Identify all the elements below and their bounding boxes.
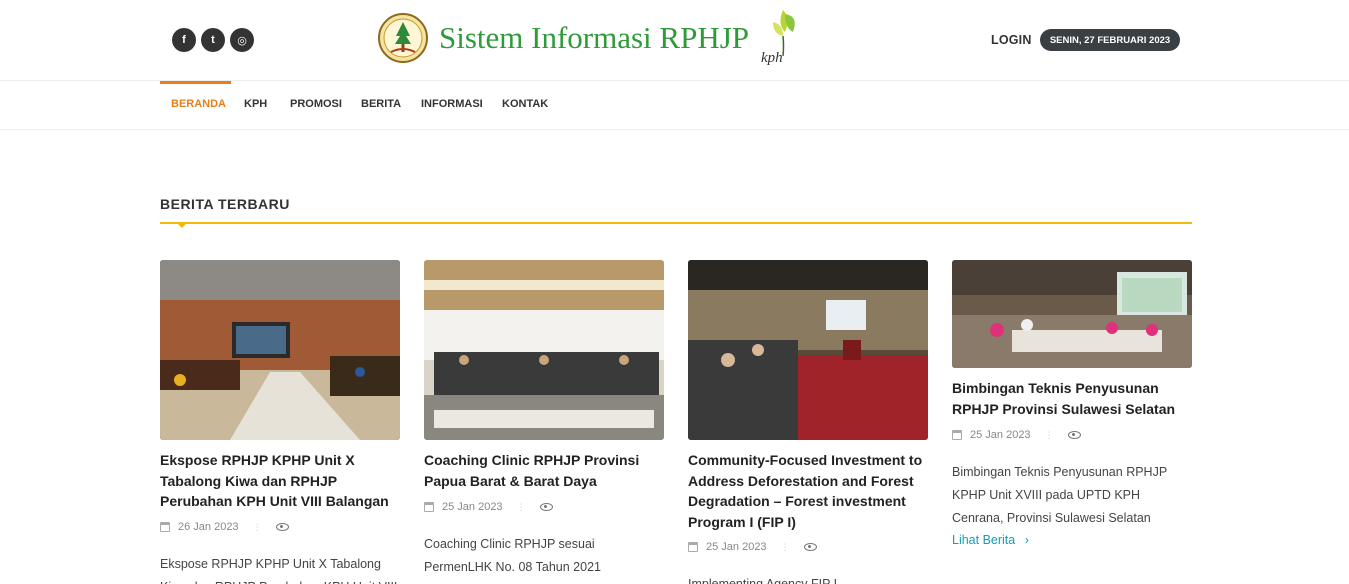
nav-item-informasi[interactable]: INFORMASI xyxy=(421,98,483,110)
chevron-right-icon: › xyxy=(1024,533,1029,547)
news-thumbnail[interactable] xyxy=(160,260,400,440)
read-more-label: Lihat Berita xyxy=(952,533,1016,547)
meta-separator: ⋮ xyxy=(252,521,262,532)
calendar-icon xyxy=(160,522,170,532)
login-link[interactable]: LOGIN xyxy=(991,33,1032,47)
news-excerpt: Ekspose RPHJP KPHP Unit X Tabalong Kiwa … xyxy=(160,557,397,584)
site-title: Sistem Informasi RPHJP xyxy=(439,20,750,55)
calendar-icon xyxy=(688,542,698,552)
news-excerpt: Bimbingan Teknis Penyusunan RPHJP KPHP U… xyxy=(952,465,1167,525)
news-meta: 25 Jan 2023 ⋮ xyxy=(952,428,1192,442)
calendar-icon xyxy=(952,430,962,440)
nav-active-indicator xyxy=(160,81,231,84)
news-excerpt: Coaching Clinic RPHJP sesuai PermenLHK N… xyxy=(424,537,601,574)
calendar-icon xyxy=(424,502,434,512)
news-title[interactable]: Coaching Clinic RPHJP Provinsi Papua Bar… xyxy=(424,450,664,491)
eye-icon xyxy=(803,543,817,551)
section-title: BERITA TERBARU xyxy=(160,196,290,212)
news-title[interactable]: Bimbingan Teknis Penyusunan RPHJP Provin… xyxy=(952,378,1192,419)
date-badge: SENIN, 27 FEBRUARI 2023 xyxy=(1040,29,1180,51)
meta-separator: ⋮ xyxy=(780,541,790,552)
site-header: f t ◎ Sistem Informasi RPHJP kph LOGIN S… xyxy=(0,0,1349,81)
eye-icon xyxy=(1067,431,1081,439)
news-date: 25 Jan 2023 xyxy=(970,429,1031,441)
nav-item-beranda[interactable]: BERANDA xyxy=(171,98,226,110)
twitter-icon[interactable]: t xyxy=(201,28,225,52)
section-divider xyxy=(160,222,1192,224)
news-date: 26 Jan 2023 xyxy=(178,521,239,533)
read-more-link[interactable]: Lihat Berita › xyxy=(952,533,1029,547)
news-excerpt: Implementing Agency FIP I xyxy=(688,577,838,584)
news-meta: 26 Jan 2023 ⋮ xyxy=(160,520,400,534)
facebook-icon[interactable]: f xyxy=(172,28,196,52)
eye-icon xyxy=(275,523,289,531)
eye-icon xyxy=(539,503,553,511)
nav-item-promosi[interactable]: PROMOSI xyxy=(290,98,342,110)
news-meta: 25 Jan 2023 ⋮ xyxy=(424,500,664,514)
news-thumbnail[interactable] xyxy=(424,260,664,440)
nav-item-berita[interactable]: BERITA xyxy=(361,98,401,110)
nav-item-kph[interactable]: KPH xyxy=(244,98,267,110)
news-meta: 25 Jan 2023 ⋮ xyxy=(688,540,928,554)
news-title[interactable]: Ekspose RPHJP KPHP Unit X Tabalong Kiwa … xyxy=(160,450,400,512)
news-title[interactable]: Community-Focused Investment to Address … xyxy=(688,450,928,532)
news-thumbnail[interactable] xyxy=(952,260,1192,368)
meta-separator: ⋮ xyxy=(516,501,526,512)
ministry-emblem-icon xyxy=(378,13,428,63)
nav-item-kontak[interactable]: KONTAK xyxy=(502,98,548,110)
news-date: 25 Jan 2023 xyxy=(706,541,767,553)
section-divider-caret xyxy=(178,224,186,228)
social-links: f t ◎ xyxy=(172,28,254,52)
news-thumbnail[interactable] xyxy=(688,260,928,440)
news-date: 25 Jan 2023 xyxy=(442,501,503,513)
instagram-icon[interactable]: ◎ xyxy=(230,28,254,52)
meta-separator: ⋮ xyxy=(1044,429,1054,440)
site-logo[interactable]: Sistem Informasi RPHJP kph xyxy=(377,6,802,80)
kph-mark: kph xyxy=(761,50,783,66)
main-nav: BERANDA KPH PROMOSI BERITA INFORMASI KON… xyxy=(0,81,1349,130)
